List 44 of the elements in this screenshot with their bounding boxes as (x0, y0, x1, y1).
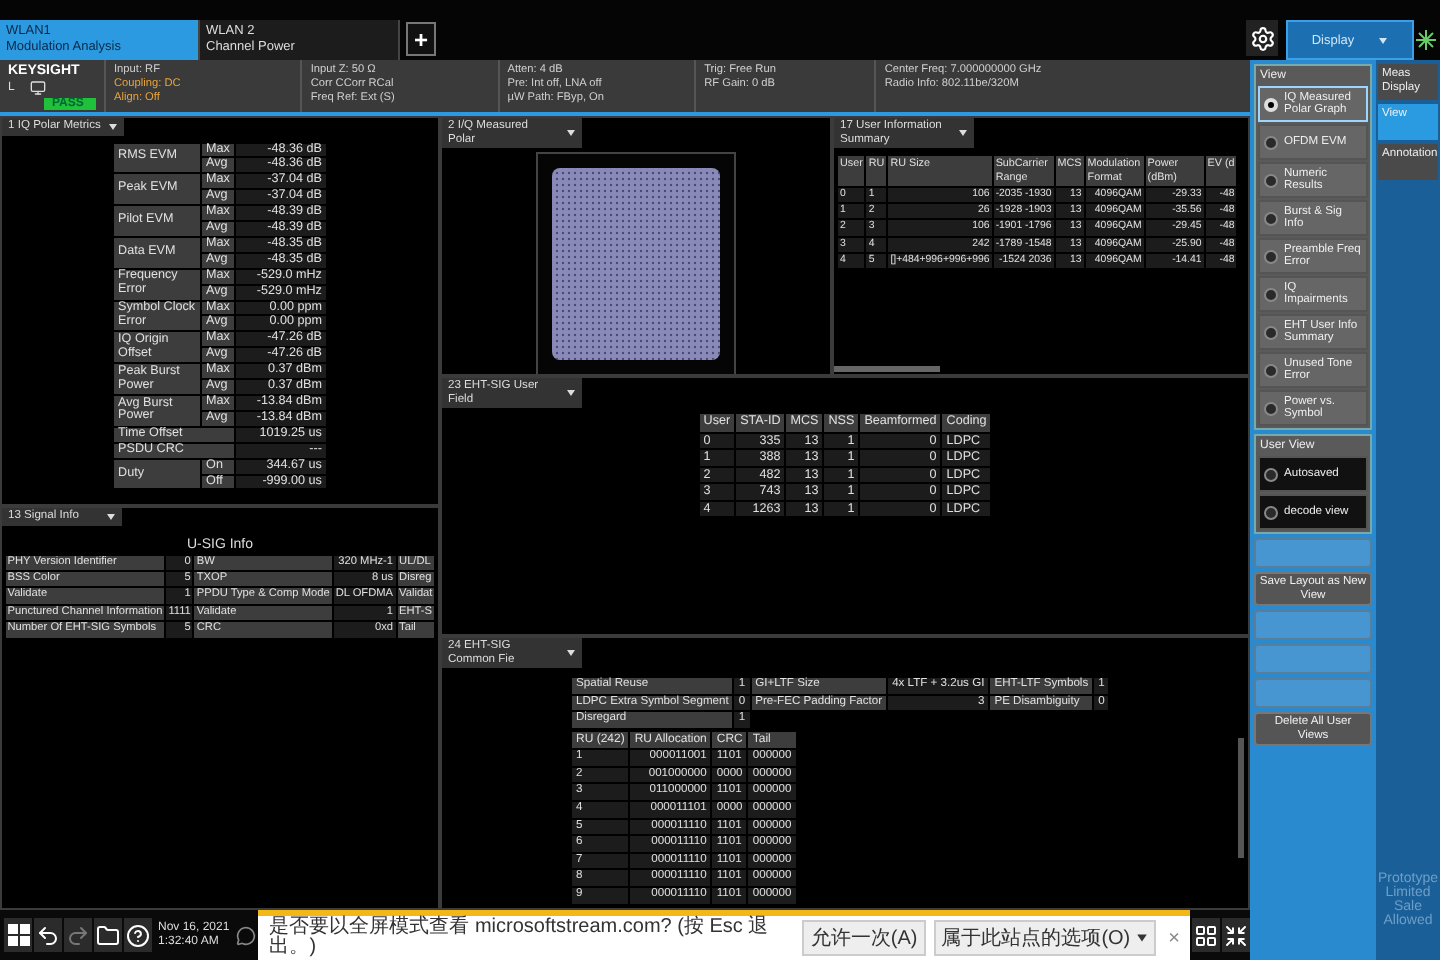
radio-icon (1264, 505, 1278, 519)
chat-icon[interactable] (235, 925, 256, 945)
caret-icon (108, 121, 119, 132)
radio-icon (1264, 325, 1278, 339)
layout-button[interactable] (1192, 918, 1220, 952)
close-button[interactable]: × (1164, 927, 1184, 949)
undo-icon (36, 923, 60, 947)
folder-button[interactable] (94, 918, 122, 952)
radio-icon (1264, 211, 1278, 225)
notification-message: 是否要以全屏模式查看 microsoftstream.com? (按 Esc 退出。) (269, 918, 771, 958)
options-button[interactable]: 属于此站点的选项(O) (933, 920, 1157, 956)
radio-icon (1264, 467, 1278, 481)
monitor-icon (30, 80, 47, 96)
caret-icon (1136, 932, 1149, 944)
caret-icon (958, 128, 968, 138)
redo-icon (66, 923, 90, 947)
caret-icon (1378, 35, 1389, 45)
shrink-icon (1224, 923, 1248, 947)
radio-icon (1264, 287, 1278, 301)
radio-icon (1264, 135, 1278, 149)
help-icon (126, 923, 150, 947)
caret-icon (566, 648, 576, 658)
caret-icon (566, 128, 576, 138)
allow-button[interactable]: 允许一次(A) (802, 920, 926, 956)
fullscreen-button[interactable] (1222, 918, 1250, 952)
grid-icon (1194, 923, 1218, 947)
caret-icon (566, 388, 576, 398)
settings-button[interactable] (1246, 20, 1278, 56)
radio-icon (1264, 401, 1278, 415)
windows-icon (7, 924, 29, 946)
starburst-icon (1416, 28, 1436, 52)
caret-icon (106, 511, 116, 522)
radio-icon (1264, 97, 1278, 111)
scrollbar[interactable] (834, 366, 940, 372)
add-tab-button[interactable]: + (406, 22, 436, 56)
undo-button[interactable] (34, 918, 62, 952)
radio-icon (1264, 173, 1278, 187)
settings-icon (1249, 25, 1275, 51)
scrollbar[interactable] (1238, 738, 1244, 858)
folder-icon (96, 923, 120, 947)
radio-icon (1264, 249, 1278, 263)
start-button[interactable] (4, 918, 32, 952)
help-button[interactable] (124, 918, 152, 952)
radio-icon (1264, 363, 1278, 377)
